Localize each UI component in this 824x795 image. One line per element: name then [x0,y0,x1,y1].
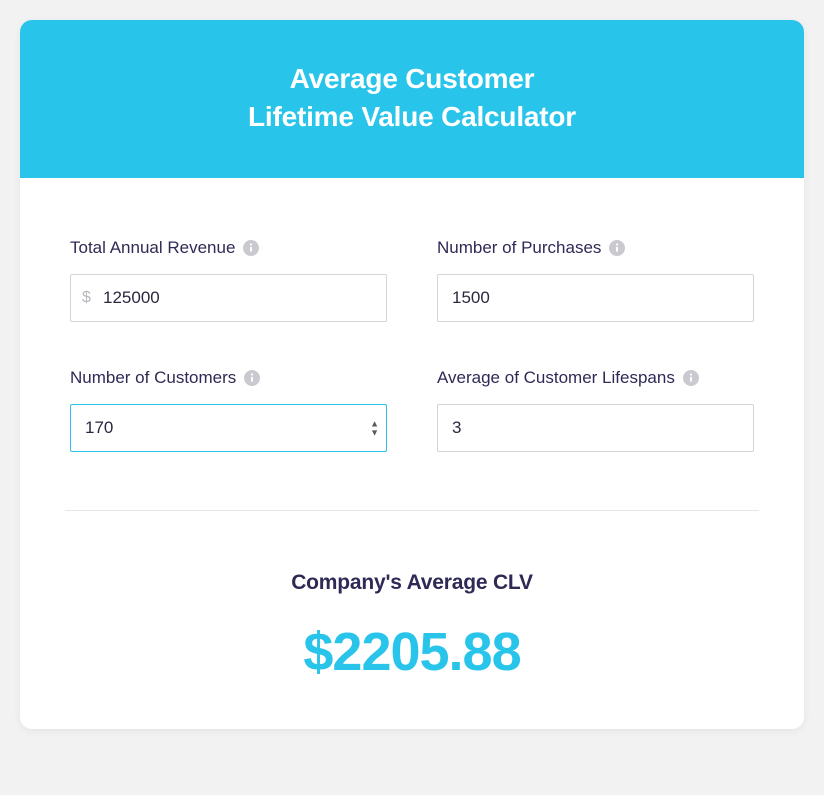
field-label: Average of Customer Lifespans [437,368,754,388]
result-section: Company's Average CLV $2205.88 [70,511,754,683]
label-text: Number of Purchases [437,238,601,258]
field-label: Number of Customers [70,368,387,388]
label-text: Average of Customer Lifespans [437,368,675,388]
purchases-input[interactable] [437,274,754,322]
lifespan-input[interactable] [437,404,754,452]
field-purchases: Number of Purchases [437,238,754,322]
label-text: Total Annual Revenue [70,238,235,258]
info-icon[interactable] [683,370,699,386]
field-label: Number of Purchases [437,238,754,258]
info-icon[interactable] [609,240,625,256]
title-line: Lifetime Value Calculator [248,101,576,132]
customers-input[interactable] [70,404,387,452]
number-stepper[interactable]: ▲ ▼ [370,419,379,436]
clv-calculator-card: Average Customer Lifetime Value Calculat… [20,20,804,729]
input-wrap [437,274,754,322]
field-label: Total Annual Revenue [70,238,387,258]
field-lifespan: Average of Customer Lifespans [437,368,754,452]
input-wrap [437,404,754,452]
input-wrap: $ [70,274,387,322]
result-label: Company's Average CLV [70,571,754,595]
card-title: Average Customer Lifetime Value Calculat… [40,60,784,136]
field-revenue: Total Annual Revenue $ [70,238,387,322]
field-customers: Number of Customers ▲ ▼ [70,368,387,452]
card-header: Average Customer Lifetime Value Calculat… [20,20,804,178]
result-value: $2205.88 [70,621,754,683]
stepper-up-icon[interactable]: ▲ [370,419,379,427]
inputs-grid: Total Annual Revenue $ Number of Purchas… [70,238,754,452]
card-body: Total Annual Revenue $ Number of Purchas… [20,178,804,729]
info-icon[interactable] [244,370,260,386]
input-wrap: ▲ ▼ [70,404,387,452]
revenue-input[interactable] [70,274,387,322]
label-text: Number of Customers [70,368,236,388]
stepper-down-icon[interactable]: ▼ [370,428,379,436]
title-line: Average Customer [290,63,535,94]
info-icon[interactable] [243,240,259,256]
